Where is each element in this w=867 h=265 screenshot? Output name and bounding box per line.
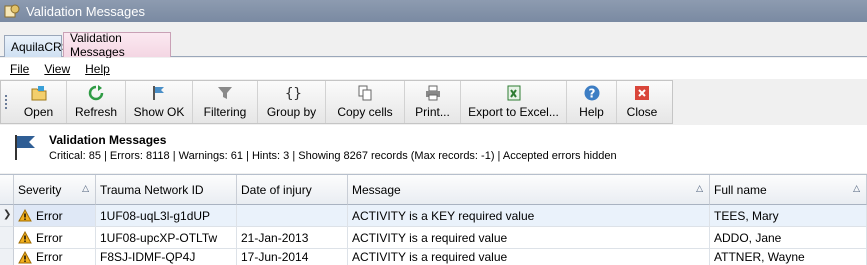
tab-strip: AquilaCRS Validation Messages [0, 22, 867, 59]
window-title: Validation Messages [26, 3, 145, 19]
svg-text:{}: {} [285, 86, 301, 102]
open-icon [31, 86, 46, 101]
severity-text: Error [36, 250, 63, 264]
copy-icon [358, 85, 372, 101]
col-message-label: Message [352, 182, 401, 197]
close-label: Close [626, 105, 658, 119]
full-name-cell[interactable]: ATTNER, Wayne [710, 249, 867, 265]
show-ok-button[interactable]: Show OK [126, 81, 193, 123]
svg-text:?: ? [588, 87, 595, 101]
help-icon: ? [584, 85, 599, 101]
tab-aquilacrs[interactable]: AquilaCRS [4, 35, 70, 57]
export-label: Export to Excel... [468, 105, 559, 119]
show-ok-label: Show OK [133, 105, 185, 119]
col-date-label: Date of injury [241, 182, 312, 197]
severity-cell[interactable]: Error [14, 227, 96, 249]
copy-cells-label: Copy cells [337, 105, 393, 119]
close-icon [635, 86, 649, 100]
refresh-icon [88, 85, 104, 101]
grid-corner [0, 175, 14, 205]
flag-icon [15, 135, 35, 160]
menu-help[interactable]: Help [80, 62, 115, 76]
warning-icon [18, 231, 32, 244]
sort-icon: △ [696, 183, 703, 193]
col-header-full-name[interactable]: Full name △ [710, 175, 867, 205]
trauma-id-cell[interactable]: 1UF08-upcXP-OTLTw [96, 227, 237, 249]
menu-file[interactable]: File [5, 62, 34, 76]
full-name-cell[interactable]: ADDO, Jane [710, 227, 867, 249]
print-icon [425, 85, 440, 101]
info-title: Validation Messages [49, 133, 167, 147]
trauma-id-cell[interactable]: 1UF08-uqL3l-g1dUP [96, 205, 237, 227]
open-button[interactable]: Open [11, 81, 67, 123]
sort-icon: △ [82, 183, 89, 193]
row-indicator [0, 249, 14, 265]
help-label: Help [579, 105, 604, 119]
group-by-button[interactable]: {} Group by [258, 81, 326, 123]
warning-icon [18, 250, 32, 263]
warning-icon [18, 209, 32, 222]
copy-cells-button[interactable]: Copy cells [326, 81, 405, 123]
severity-text: Error [36, 208, 63, 223]
toolbar-grip[interactable] [1, 81, 11, 123]
app-icon [4, 4, 20, 18]
menu-view[interactable]: View [39, 62, 75, 76]
col-header-message[interactable]: Message △ [348, 175, 710, 205]
row-indicator: ❯ [0, 205, 14, 227]
col-full-name-label: Full name [714, 182, 767, 197]
col-trauma-id-label: Trauma Network ID [100, 182, 204, 197]
group-by-label: Group by [266, 105, 317, 119]
col-header-date[interactable]: Date of injury [237, 175, 348, 205]
date-cell[interactable] [237, 205, 348, 227]
messages-grid: Severity △ Trauma Network ID Date of inj… [0, 174, 867, 265]
info-panel: Validation Messages Critical: 85 | Error… [0, 125, 867, 173]
filter-icon [218, 87, 232, 99]
export-excel-button[interactable]: Export to Excel... [461, 81, 567, 123]
refresh-label: Refresh [74, 105, 118, 119]
date-cell[interactable]: 21-Jan-2013 [237, 227, 348, 249]
severity-cell[interactable]: Error [14, 205, 96, 227]
close-button[interactable]: Close [617, 81, 667, 123]
menu-help-label: Help [85, 61, 110, 76]
col-header-trauma-id[interactable]: Trauma Network ID [96, 175, 237, 205]
toolbar: Open Refresh Show OK Filtering {} Group … [0, 80, 673, 124]
trauma-id-cell[interactable]: F8SJ-IDMF-QP4J [96, 249, 237, 265]
row-indicator [0, 227, 14, 249]
excel-icon [507, 85, 520, 101]
col-severity-label: Severity [18, 182, 62, 197]
col-header-severity[interactable]: Severity △ [14, 175, 96, 205]
print-button[interactable]: Print... [405, 81, 461, 123]
date-cell[interactable]: 17-Jun-2014 [237, 249, 348, 265]
show-ok-icon [153, 86, 164, 100]
severity-text: Error [36, 230, 63, 245]
severity-cell[interactable]: Error [14, 249, 96, 265]
info-summary: Critical: 85 | Errors: 8118 | Warnings: … [49, 150, 617, 162]
group-by-icon: {} [285, 86, 301, 102]
help-button[interactable]: ? Help [567, 81, 617, 123]
menu-file-label: File [10, 61, 30, 76]
menu-bar: File View Help [0, 58, 867, 79]
sort-icon: △ [853, 183, 860, 193]
print-label: Print... [415, 105, 450, 119]
refresh-button[interactable]: Refresh [67, 81, 126, 123]
message-cell[interactable]: ACTIVITY is a required value [348, 227, 710, 249]
full-name-cell[interactable]: TEES, Mary [710, 205, 867, 227]
tab-validation-messages[interactable]: Validation Messages [63, 31, 171, 59]
message-cell[interactable]: ACTIVITY is a required value [348, 249, 710, 265]
title-bar: Validation Messages [0, 0, 867, 22]
filtering-button[interactable]: Filtering [193, 81, 258, 123]
open-label: Open [23, 105, 54, 119]
menu-view-label: View [44, 61, 71, 76]
filtering-label: Filtering [203, 105, 247, 119]
message-cell[interactable]: ACTIVITY is a KEY required value [348, 205, 710, 227]
